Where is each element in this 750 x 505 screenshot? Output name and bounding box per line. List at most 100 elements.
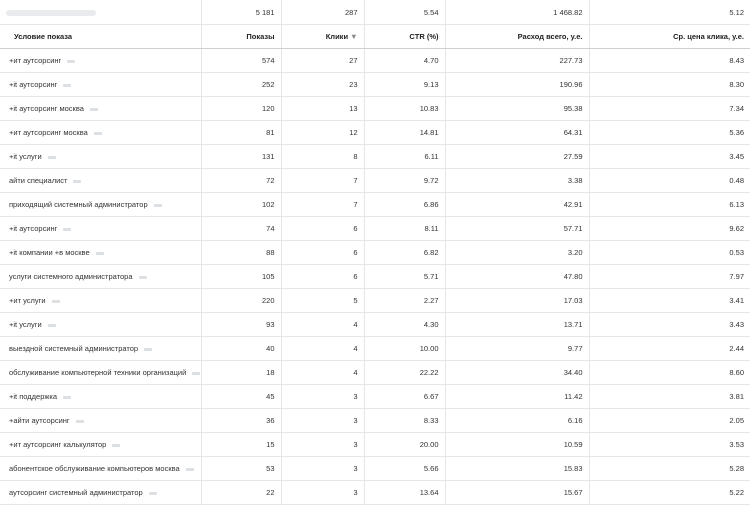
condition-text[interactable]: +it услуги [9, 152, 42, 161]
ctr-cell: 20.00 [364, 432, 446, 457]
ctr-cell: 4.30 [364, 312, 446, 337]
blurred-tag-icon [148, 491, 157, 495]
blurred-tag-icon [95, 251, 104, 255]
impressions-cell: 45 [201, 384, 282, 409]
condition-cell: выездной системный администратор [0, 336, 202, 361]
condition-cell: +it услуги [0, 312, 202, 337]
table-row: услуги системного администратора 105 6 5.71… [0, 264, 750, 289]
blurred-tag-icon [73, 179, 82, 183]
condition-text[interactable]: +ит услуги [9, 296, 46, 305]
column-header-cpc[interactable]: Ср. цена клика, у.е. [589, 24, 750, 49]
blurred-tag-icon [67, 59, 76, 63]
blurred-tag-icon [63, 395, 72, 399]
condition-cell: +it аутсорсинг москва [0, 96, 202, 121]
cpc-cell: 0.53 [589, 240, 750, 265]
condition-text[interactable]: +it услуги [9, 320, 42, 329]
clicks-cell: 6 [281, 240, 365, 265]
impressions-cell: 120 [201, 96, 282, 121]
spend-cell: 34.40 [445, 360, 590, 385]
ctr-cell: 8.11 [364, 216, 446, 241]
table-row: +ит услуги 220 5 2.27 17.03 3.41 [0, 288, 750, 313]
condition-text[interactable]: +ит аутсорсинг москва [9, 128, 88, 137]
ctr-cell: 9.13 [364, 72, 446, 97]
condition-text[interactable]: аутсорсинг системный администратор [9, 488, 143, 497]
impressions-cell: 574 [201, 48, 282, 73]
ctr-cell: 5.71 [364, 264, 446, 289]
condition-cell: услуги системного администратора [0, 264, 202, 289]
table-row: +it услуги 131 8 6.11 27.59 3.45 [0, 144, 750, 169]
condition-cell: +ит аутсорсинг москва [0, 120, 202, 145]
ctr-cell: 4.70 [364, 48, 446, 73]
condition-text[interactable]: услуги системного администратора [9, 272, 133, 281]
condition-cell: абонентское обслуживание компьютеров мос… [0, 456, 202, 481]
table-row: +ит аутсорсинг москва 81 12 14.81 64.31 5.36 [0, 120, 750, 145]
condition-text[interactable]: приходящий системный администратор [9, 200, 148, 209]
total-clicks: 287 [281, 0, 365, 25]
spend-cell: 27.59 [445, 144, 590, 169]
clicks-cell: 4 [281, 312, 365, 337]
spend-cell: 9.77 [445, 336, 590, 361]
blurred-tag-icon [47, 323, 56, 327]
ctr-cell: 5.66 [364, 456, 446, 481]
impressions-cell: 40 [201, 336, 282, 361]
condition-text[interactable]: +it аутсорсинг [9, 224, 57, 233]
cpc-cell: 9.62 [589, 216, 750, 241]
table-row: +it услуги 93 4 4.30 13.71 3.43 [0, 312, 750, 337]
cpc-cell: 7.97 [589, 264, 750, 289]
ctr-cell: 6.67 [364, 384, 446, 409]
condition-cell: +ит аутсорсинг [0, 48, 202, 73]
table-row: +ит аутсорсинг 574 27 4.70 227.73 8.43 [0, 48, 750, 73]
table-row: +it аутсорсинг москва 120 13 10.83 95.38 7.34 [0, 96, 750, 121]
spend-cell: 95.38 [445, 96, 590, 121]
cpc-cell: 3.45 [589, 144, 750, 169]
cpc-cell: 3.41 [589, 288, 750, 313]
column-header-condition[interactable]: Условие показа [0, 24, 202, 49]
table-row: +it поддержка 45 3 6.67 11.42 3.81 [0, 384, 750, 409]
blurred-tag-icon [192, 371, 200, 375]
stats-table: 5 181 287 5.54 1 468.82 5.12 Условие пок… [0, 0, 750, 505]
condition-text[interactable]: +it аутсорсинг москва [9, 104, 84, 113]
ctr-cell: 13.64 [364, 480, 446, 505]
table-row: +it аутсорсинг 74 6 8.11 57.71 9.62 [0, 216, 750, 241]
total-cpc: 5.12 [589, 0, 750, 25]
table-row: аутсорсинг системный администратор 22 3 13.… [0, 480, 750, 505]
clicks-cell: 3 [281, 432, 365, 457]
condition-text[interactable]: +ит аутсорсинг [9, 56, 61, 65]
condition-text[interactable]: +ит аутсорсинг калькулятор [9, 440, 106, 449]
cpc-cell: 8.43 [589, 48, 750, 73]
impressions-cell: 102 [201, 192, 282, 217]
column-header-clicks[interactable]: Клики ▼ [281, 24, 365, 49]
column-header-impressions[interactable]: Показы [201, 24, 282, 49]
ctr-cell: 9.72 [364, 168, 446, 193]
column-header-spend[interactable]: Расход всего, у.е. [445, 24, 590, 49]
blurred-tag-icon [185, 467, 194, 471]
spend-cell: 3.38 [445, 168, 590, 193]
condition-text[interactable]: обслуживание компьютерной техники органи… [9, 368, 186, 377]
blurred-tag-icon [63, 227, 72, 231]
cpc-cell: 5.36 [589, 120, 750, 145]
cpc-cell: 8.30 [589, 72, 750, 97]
condition-cell: +it аутсорсинг [0, 72, 202, 97]
cpc-cell: 2.05 [589, 408, 750, 433]
condition-text[interactable]: +it аутсорсинг [9, 80, 57, 89]
condition-text[interactable]: выездной системный администратор [9, 344, 138, 353]
cpc-cell: 7.34 [589, 96, 750, 121]
condition-cell: +it поддержка [0, 384, 202, 409]
condition-text[interactable]: +айти аутсорсинг [9, 416, 70, 425]
table-header: Условие показа Показы Клики ▼ CTR (%) Рас… [0, 24, 750, 49]
spend-cell: 3.20 [445, 240, 590, 265]
clicks-cell: 13 [281, 96, 365, 121]
spend-cell: 6.16 [445, 408, 590, 433]
spend-cell: 57.71 [445, 216, 590, 241]
blurred-text [6, 9, 96, 16]
condition-text[interactable]: +it компании +в москве [9, 248, 90, 257]
table-row: +it аутсорсинг 252 23 9.13 190.96 8.30 [0, 72, 750, 97]
condition-text[interactable]: айти специалист [9, 176, 67, 185]
spend-cell: 47.80 [445, 264, 590, 289]
clicks-cell: 4 [281, 360, 365, 385]
cpc-cell: 8.60 [589, 360, 750, 385]
column-header-ctr[interactable]: CTR (%) [364, 24, 446, 49]
condition-text[interactable]: +it поддержка [9, 392, 57, 401]
condition-text[interactable]: абонентское обслуживание компьютеров мос… [9, 464, 180, 473]
ctr-cell: 8.33 [364, 408, 446, 433]
